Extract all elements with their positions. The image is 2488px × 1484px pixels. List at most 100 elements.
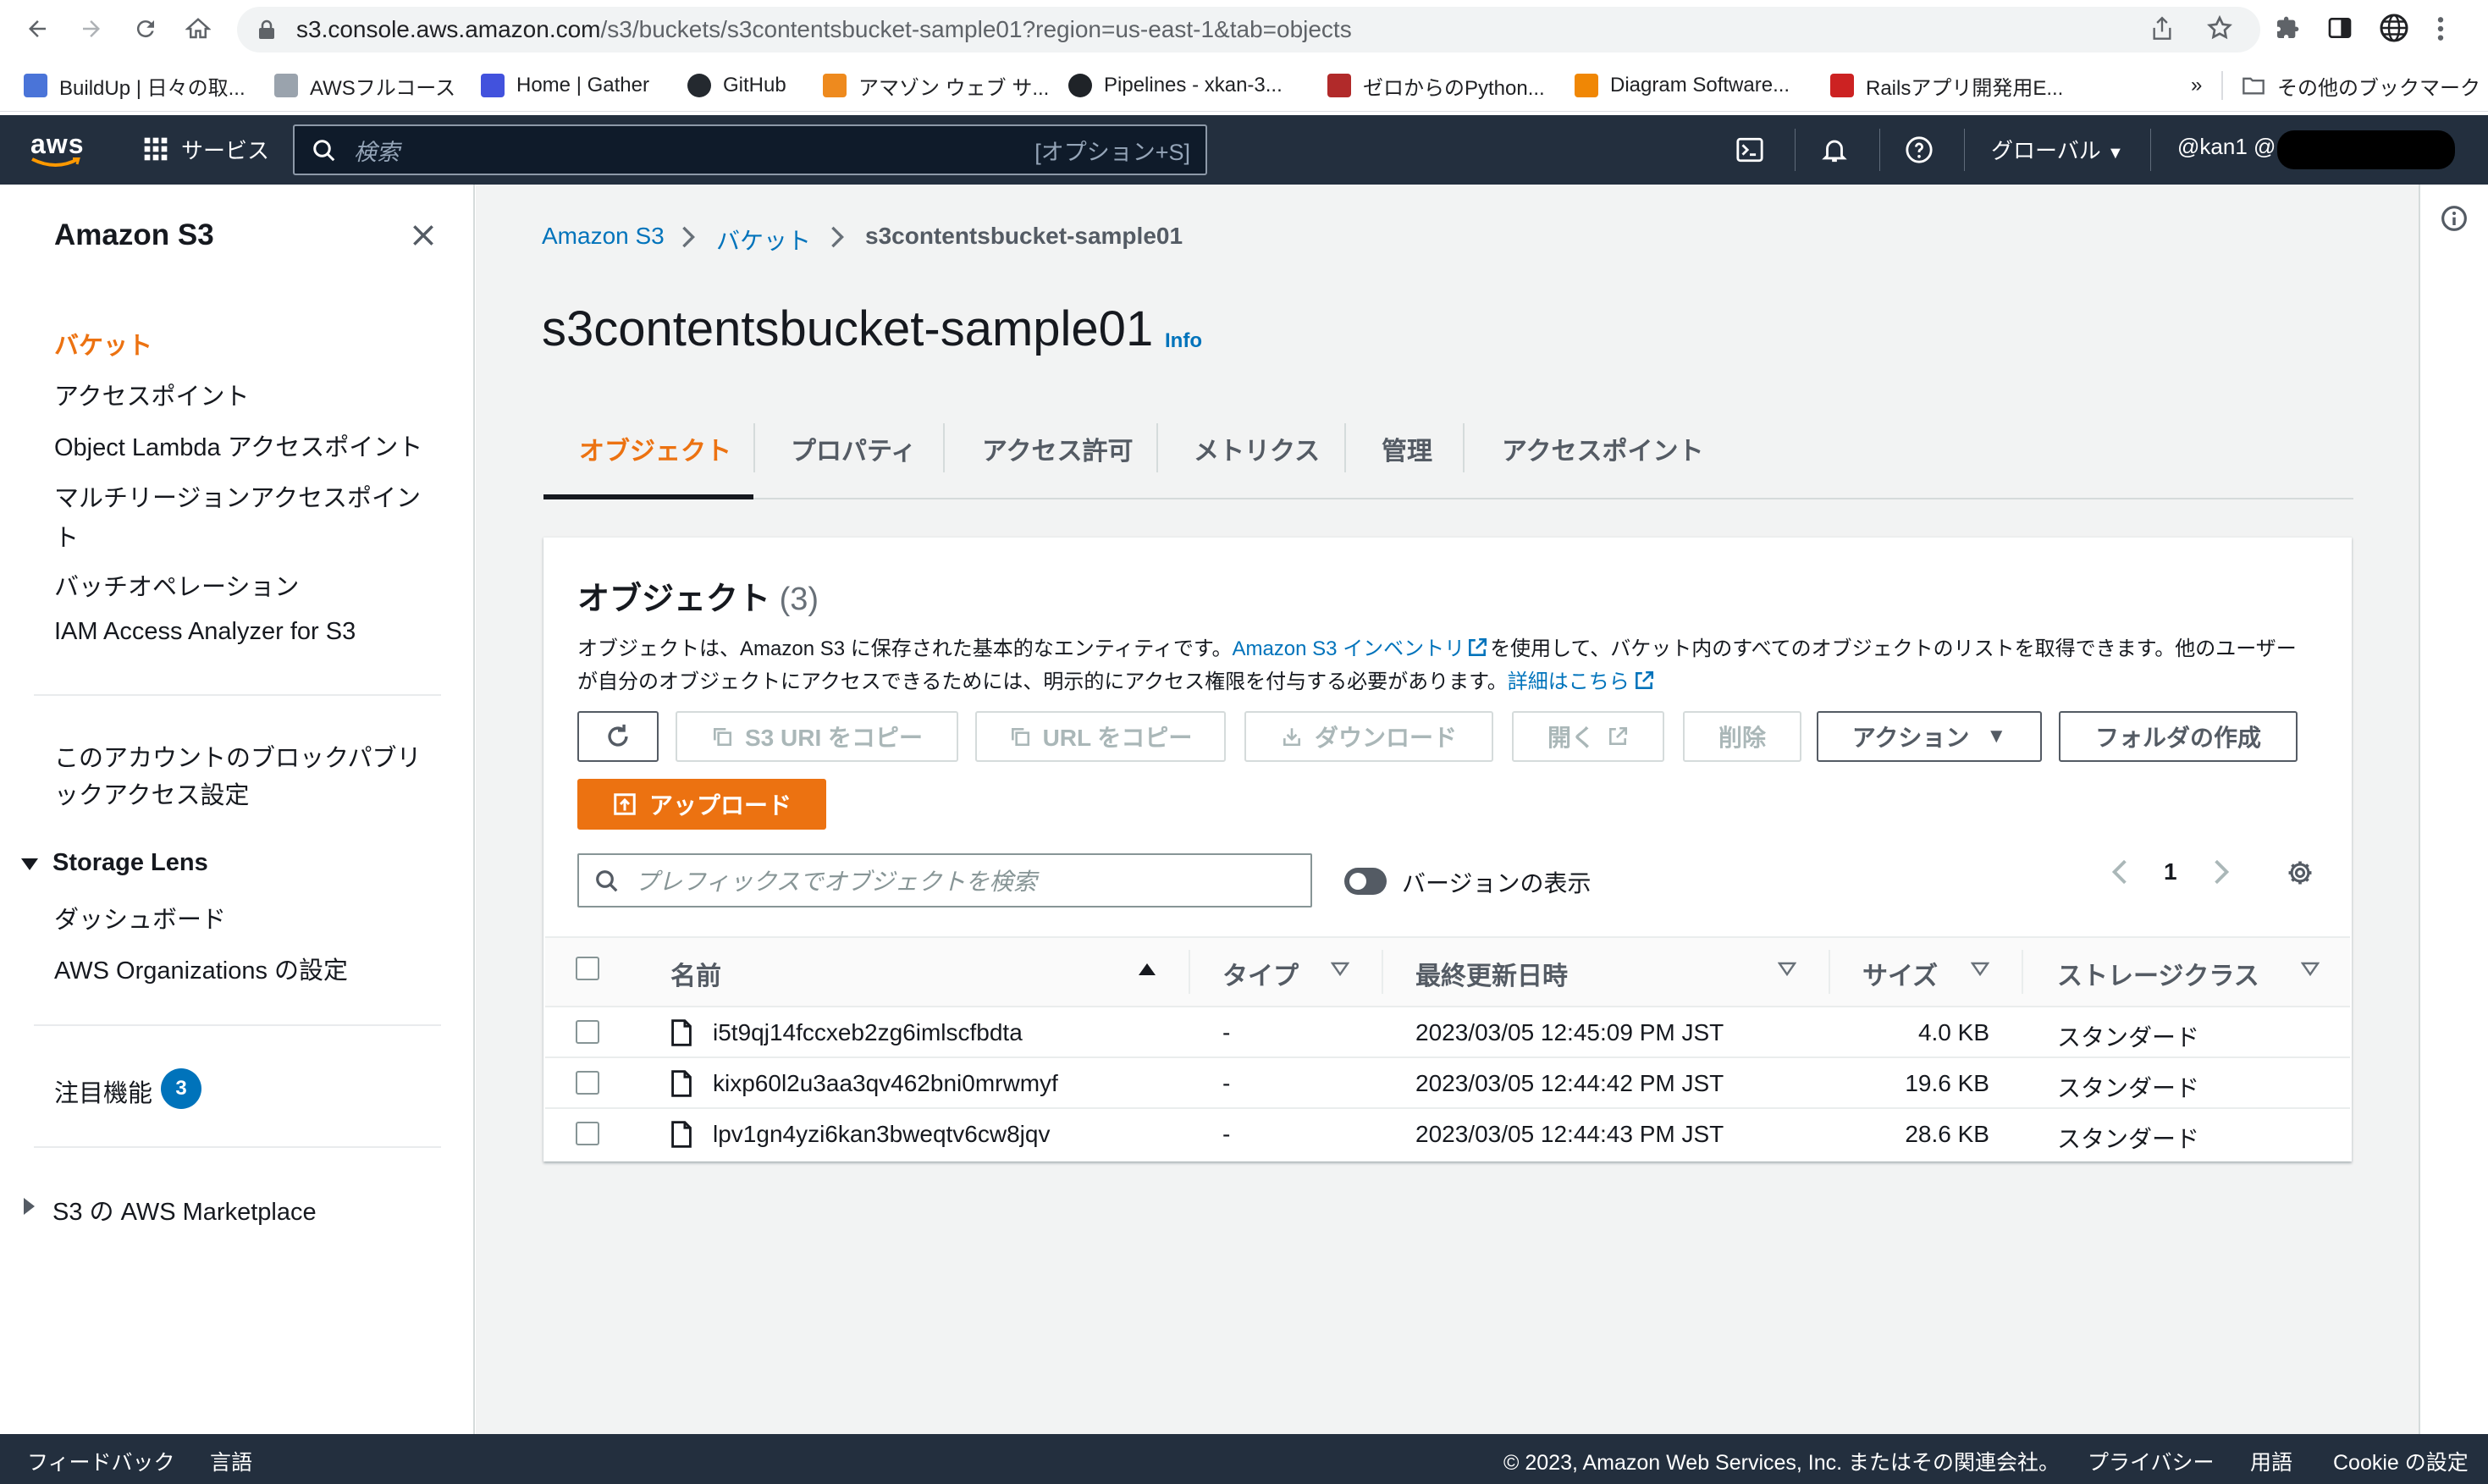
sidebar-item-batch-operations[interactable]: バッチオペレーション xyxy=(54,567,299,603)
account-menu[interactable]: @kan1 @ xyxy=(2177,134,2276,160)
inventory-link[interactable]: Amazon S3 インベントリ xyxy=(1232,637,1465,660)
row-checkbox[interactable] xyxy=(576,1122,599,1145)
bookmark-item[interactable]: AWSフルコース xyxy=(274,71,455,100)
tab-divider xyxy=(1463,423,1465,472)
delete-button[interactable]: 削除 xyxy=(1683,711,1801,762)
bookmark-item[interactable]: Pipelines - xkan-3... xyxy=(1068,71,1283,100)
close-icon[interactable] xyxy=(410,222,437,249)
caret-right-icon[interactable] xyxy=(22,1197,36,1216)
copy-s3-uri-button[interactable]: S3 URI をコピー xyxy=(676,711,958,762)
row-checkbox[interactable] xyxy=(576,1071,599,1095)
chevron-left-icon[interactable] xyxy=(2111,858,2128,885)
sidebar-item-aws-organizations[interactable]: AWS Organizations の設定 xyxy=(54,951,348,986)
terms-link[interactable]: 用語 xyxy=(2250,1446,2292,1476)
refresh-button[interactable] xyxy=(577,711,659,762)
aws-logo[interactable]: aws xyxy=(30,129,84,160)
upload-button[interactable]: アップロード xyxy=(577,779,826,830)
help-icon[interactable] xyxy=(1905,135,1934,164)
sidebar-item-dashboards[interactable]: ダッシュボード xyxy=(54,900,226,935)
page-number[interactable]: 1 xyxy=(2164,858,2177,885)
reload-button[interactable] xyxy=(129,12,163,46)
tab-objects[interactable]: オブジェクト xyxy=(579,430,731,467)
console-search-input[interactable]: 検索 [オプション+S] xyxy=(293,124,1207,175)
caret-down-icon[interactable] xyxy=(20,857,39,872)
address-bar[interactable]: s3.console.aws.amazon.com/s3/buckets/s3c… xyxy=(237,7,2260,52)
sidebar-item-object-lambda[interactable]: Object Lambda アクセスポイント xyxy=(54,428,422,463)
create-folder-button[interactable]: フォルダの作成 xyxy=(2059,711,2298,762)
select-all-checkbox[interactable] xyxy=(576,957,599,980)
gear-icon[interactable] xyxy=(2286,858,2314,887)
sort-icon[interactable] xyxy=(2301,962,2320,977)
services-menu-button[interactable] xyxy=(142,135,169,163)
sidebar-item-buckets[interactable]: バケット xyxy=(54,326,152,361)
notifications-bell-icon[interactable] xyxy=(1820,135,1849,164)
cloudshell-icon[interactable] xyxy=(1735,135,1764,164)
other-bookmarks[interactable]: その他のブックマーク xyxy=(2242,71,2480,100)
sort-icon[interactable] xyxy=(1331,962,1349,977)
sidebar-item-iam-access-analyzer[interactable]: IAM Access Analyzer for S3 xyxy=(54,618,356,646)
forward-button[interactable] xyxy=(74,12,108,46)
object-name-link[interactable]: lpv1gn4yzi6kan3bweqtv6cw8jqv xyxy=(713,1121,1050,1148)
sidebar-item-block-public-access-cont[interactable]: ックアクセス設定 xyxy=(54,775,250,811)
sidebar-section-storage-lens[interactable]: Storage Lens xyxy=(52,849,208,877)
bookmark-item[interactable]: BuildUp | 日々の取... xyxy=(24,71,245,100)
privacy-link[interactable]: プライバシー xyxy=(2088,1446,2215,1476)
learn-more-link[interactable]: 詳細はこちら xyxy=(1508,670,1630,693)
language-link[interactable]: 言語 xyxy=(210,1446,252,1476)
tab-management[interactable]: 管理 xyxy=(1382,430,1432,467)
profile-globe-icon[interactable] xyxy=(2379,13,2409,43)
column-header-storage-class[interactable]: ストレージクラス xyxy=(2057,955,2259,992)
services-label[interactable]: サービス xyxy=(181,134,269,165)
tab-permissions[interactable]: アクセス許可 xyxy=(982,430,1134,467)
share-icon[interactable] xyxy=(2150,15,2174,42)
copy-url-button[interactable]: URL をコピー xyxy=(975,711,1226,762)
column-header-last-modified[interactable]: 最終更新日時 xyxy=(1415,955,1568,992)
sidebar-item-featured[interactable]: 注目機能 xyxy=(54,1073,152,1109)
column-header-name[interactable]: 名前 xyxy=(670,955,721,992)
page-title: s3contentsbucket-sample01 xyxy=(542,301,1154,356)
bookmark-item[interactable]: ゼロからのPython... xyxy=(1327,71,1545,100)
extensions-icon[interactable] xyxy=(2274,14,2301,41)
bookmark-item[interactable]: Diagram Software... xyxy=(1575,71,1790,100)
actions-dropdown[interactable]: アクション ▼ xyxy=(1817,711,2042,762)
info-panel-icon[interactable] xyxy=(2441,205,2468,232)
object-type: - xyxy=(1222,1070,1231,1096)
bookmark-item[interactable]: Railsアプリ開発用E... xyxy=(1830,71,2063,100)
info-link[interactable]: Info xyxy=(1165,329,1202,353)
bookmark-star-icon[interactable] xyxy=(2206,14,2233,41)
tab-access-points[interactable]: アクセスポイント xyxy=(1502,430,1704,467)
object-name-link[interactable]: kixp60l2u3aa3qv462bni0mrwmyf xyxy=(713,1070,1058,1097)
breadcrumb-amazon-s3[interactable]: Amazon S3 xyxy=(542,223,665,250)
tab-properties[interactable]: プロパティ xyxy=(791,430,916,467)
object-prefix-search-input[interactable]: プレフィックスでオブジェクトを検索 xyxy=(577,853,1312,908)
sidebar-item-marketplace[interactable]: S3 の AWS Marketplace xyxy=(52,1192,317,1227)
feedback-link[interactable]: フィードバック xyxy=(27,1446,175,1476)
sidebar-item-access-points[interactable]: アクセスポイント xyxy=(54,377,250,412)
bookmarks-overflow-button[interactable]: » xyxy=(2191,71,2202,100)
sidebar-item-multi-region-cont[interactable]: ト xyxy=(54,518,79,554)
back-button[interactable] xyxy=(20,12,54,46)
sort-icon[interactable] xyxy=(1778,962,1796,977)
chevron-right-icon[interactable] xyxy=(2213,858,2230,885)
sidebar-item-block-public-access[interactable]: このアカウントのブロックパブリ xyxy=(54,738,422,774)
column-header-size[interactable]: サイズ xyxy=(1862,955,1938,992)
sort-ascending-icon[interactable] xyxy=(1138,962,1156,977)
open-button[interactable]: 開く xyxy=(1512,711,1664,762)
sidebar-item-multi-region[interactable]: マルチリージョンアクセスポイン xyxy=(54,478,421,514)
show-versions-toggle[interactable] xyxy=(1344,868,1387,895)
column-header-type[interactable]: タイプ xyxy=(1222,955,1299,992)
home-button[interactable] xyxy=(181,12,215,46)
sort-icon[interactable] xyxy=(1971,962,1989,977)
download-button[interactable]: ダウンロード xyxy=(1244,711,1493,762)
object-name-link[interactable]: i5t9qj14fccxeb2zg6imlscfbdta xyxy=(713,1019,1023,1046)
side-panel-icon[interactable] xyxy=(2326,14,2353,41)
bookmark-item[interactable]: Home | Gather xyxy=(481,71,649,100)
breadcrumb-buckets[interactable]: バケット xyxy=(716,223,811,257)
tab-metrics[interactable]: メトリクス xyxy=(1194,430,1320,467)
region-selector[interactable]: グローバル ▼ xyxy=(1991,134,2124,165)
bookmark-item[interactable]: GitHub xyxy=(687,71,786,100)
browser-menu-icon[interactable] xyxy=(2436,15,2445,42)
bookmark-item[interactable]: アマゾン ウェブ サ... xyxy=(823,71,1049,100)
cookie-settings-link[interactable]: Cookie の設定 xyxy=(2333,1446,2469,1476)
row-checkbox[interactable] xyxy=(576,1020,599,1044)
